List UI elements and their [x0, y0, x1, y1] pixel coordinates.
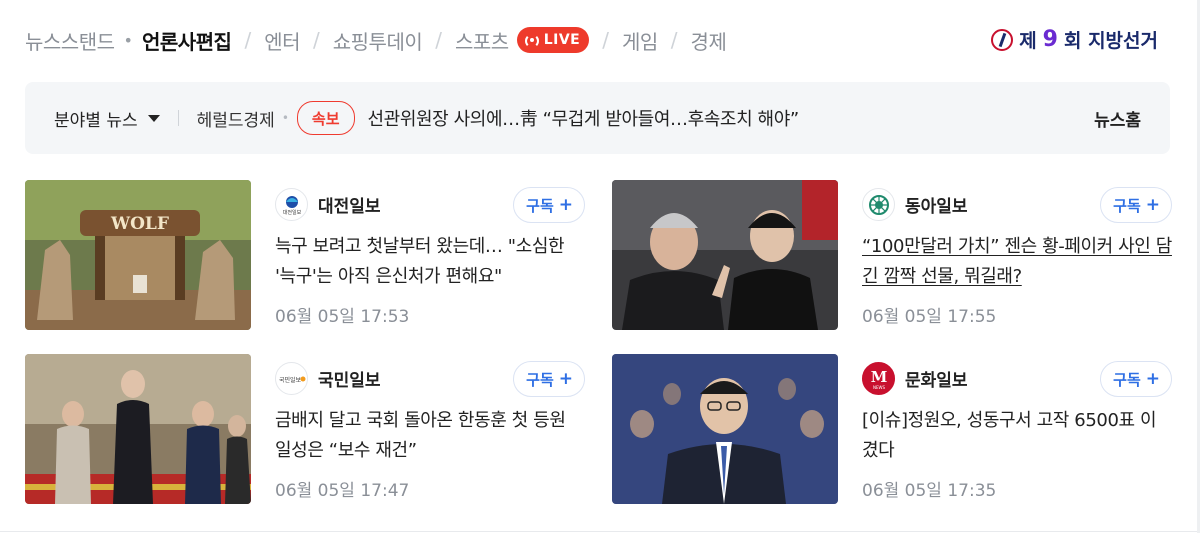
article-title-link[interactable]: [이슈]정원오, 성동구서 고작 6500표 이겼다 [862, 406, 1172, 466]
article-card[interactable]: 국민일보 국민일보 구독 + 금배지 달고 국회 돌아온 한동훈 첫 등원 일성… [25, 354, 585, 506]
press-logo[interactable]: 대전일보 [275, 188, 308, 221]
article-time: 06월 05일 17:53 [275, 307, 410, 327]
press-logo[interactable]: M NEWS [862, 362, 895, 395]
two-people-photo [612, 180, 838, 330]
live-badge[interactable]: LIVE [516, 27, 590, 53]
plus-icon: + [558, 195, 573, 215]
broadcast-icon [524, 32, 540, 48]
press-logo-icon: 대전일보 [282, 195, 301, 216]
nav-dot-separator: • [123, 30, 133, 50]
subscribe-button[interactable]: 구독 + [513, 187, 585, 223]
svg-text:NEWS: NEWS [872, 385, 884, 390]
election-suffix: 회 지방선거 [1063, 30, 1158, 52]
press-row: 동아일보 [862, 188, 968, 221]
subscribe-label: 구독 [1113, 370, 1141, 389]
press-logo-icon: M NEWS [870, 368, 887, 390]
breaking-press-name[interactable]: 헤럴드경제 [197, 106, 275, 131]
article-title-link[interactable]: 금배지 달고 국회 돌아온 한동훈 첫 등원 일성은 “보수 재건” [275, 406, 585, 466]
category-dropdown-label: 분야별 뉴스 [54, 110, 138, 131]
nav-item-newsstand[interactable]: 뉴스스탠드 [25, 26, 115, 55]
press-logo[interactable] [862, 188, 895, 221]
article-time: 06월 05일 17:55 [862, 307, 997, 327]
national-assembly-photo [25, 354, 251, 504]
nav-separator: / [670, 28, 678, 52]
subscribe-button[interactable]: 구독 + [513, 361, 585, 397]
election-number: 9 [1042, 27, 1058, 52]
wolf-sign-text: WOLF [110, 214, 169, 234]
nav-item-entertainment[interactable]: 엔터 [264, 26, 300, 55]
article-title-link[interactable]: 늑구 보려고 첫날부터 왔는데… "소심한 '늑구'는 아직 은신처가 편해요" [275, 232, 585, 292]
nav-item-game[interactable]: 게임 [622, 26, 658, 55]
article-card[interactable]: WOLF 대전일보 대전일보 구독 + 늑구 보려고 첫날부터 왔는데… "소심… [25, 180, 585, 332]
article-thumbnail[interactable] [25, 354, 251, 504]
article-time: 06월 05일 17:47 [275, 481, 410, 501]
press-logo-icon: 국민일보 [279, 376, 305, 384]
breaking-headline-link[interactable]: 선관위원장 사의에…靑 “무겁게 받아들여…후속조치 해야” [368, 105, 800, 131]
divider [177, 110, 179, 126]
dot-separator: • [281, 111, 289, 125]
subscribe-button[interactable]: 구독 + [1100, 361, 1172, 397]
nav-item-press-edit[interactable]: 언론사편집 [142, 26, 232, 55]
article-card[interactable]: 동아일보 구독 + “100만달러 가치” 젠슨 황-페이커 사인 담긴 깜짝 … [612, 180, 1172, 332]
article-thumbnail[interactable] [612, 180, 838, 330]
nav-separator: / [435, 28, 442, 52]
article-card[interactable]: M NEWS 문화일보 구독 + [이슈]정원오, 성동구서 고작 6500표 … [612, 354, 1172, 506]
nav-item-sports[interactable]: 스포츠 [455, 26, 509, 55]
press-name[interactable]: 동아일보 [905, 192, 968, 217]
subscribe-button[interactable]: 구독 + [1100, 187, 1172, 223]
plus-icon: + [1145, 195, 1160, 215]
nav-separator: / [244, 28, 252, 52]
nav-item-economy[interactable]: 경제 [691, 26, 727, 55]
nav-separator: / [602, 28, 609, 52]
press-row: M NEWS 문화일보 [862, 362, 968, 395]
article-title-link[interactable]: “100만달러 가치” 젠슨 황-페이커 사인 담긴 깜짝 선물, 뭐길래? [862, 232, 1172, 292]
vote-icon [991, 28, 1014, 51]
caret-down-icon [147, 114, 160, 122]
press-conference-photo [612, 354, 838, 504]
press-row: 국민일보 국민일보 [275, 362, 381, 395]
press-name[interactable]: 국민일보 [318, 366, 381, 391]
plus-icon: + [1145, 369, 1160, 389]
svg-text:M: M [870, 368, 887, 386]
svg-text:대전일보: 대전일보 [282, 209, 301, 216]
subscribe-label: 구독 [526, 196, 554, 215]
election-banner-link[interactable]: 제9회 지방선거 [991, 26, 1158, 53]
article-thumbnail[interactable]: WOLF [25, 180, 251, 330]
press-row: 대전일보 대전일보 [275, 188, 381, 221]
plus-icon: + [558, 369, 573, 389]
press-name[interactable]: 문화일보 [905, 366, 968, 391]
bottom-divider [0, 531, 1200, 532]
subscribe-label: 구독 [1113, 196, 1141, 215]
category-dropdown[interactable]: 분야별 뉴스 [54, 106, 160, 131]
press-logo[interactable]: 국민일보 [275, 362, 308, 395]
svg-text:국민일보: 국민일보 [279, 376, 302, 384]
press-logo-icon [868, 194, 889, 215]
live-badge-label: LIVE [543, 32, 581, 48]
wolf-zoo-photo: WOLF [25, 180, 251, 330]
breaking-badge: 속보 [296, 101, 355, 135]
article-thumbnail[interactable] [612, 354, 838, 504]
article-time: 06월 05일 17:35 [862, 481, 997, 501]
subscribe-label: 구독 [526, 370, 554, 389]
nav-item-shopping-today[interactable]: 쇼핑투데이 [333, 26, 423, 55]
election-prefix: 제 [1019, 30, 1037, 52]
press-name[interactable]: 대전일보 [318, 192, 381, 217]
breaking-news-bar: 분야별 뉴스 헤럴드경제 • 속보 선관위원장 사의에…靑 “무겁게 받아들여…… [25, 82, 1170, 154]
nav-separator: / [313, 28, 320, 52]
news-home-link[interactable]: 뉴스홈 [1094, 106, 1141, 131]
